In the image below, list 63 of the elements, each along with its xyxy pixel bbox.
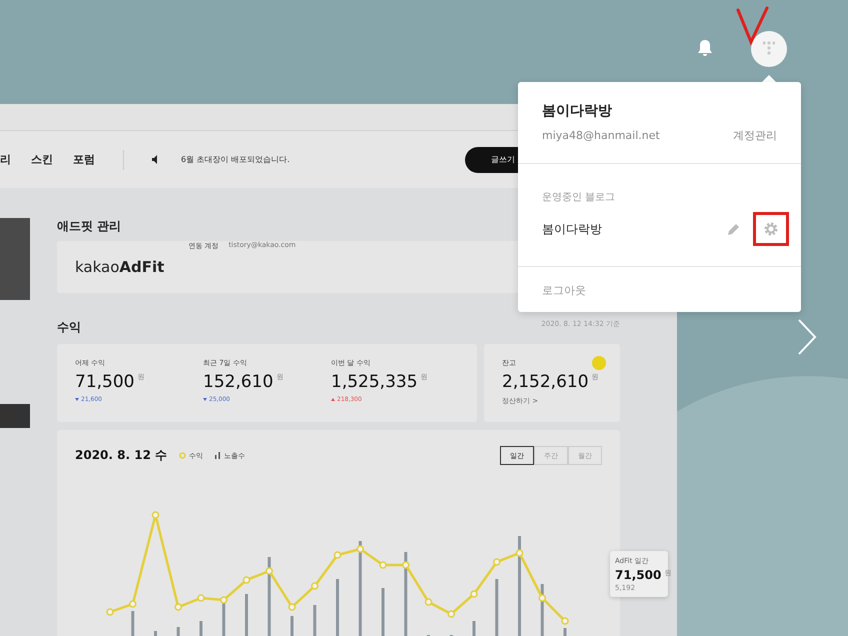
data-point bbox=[106, 608, 114, 616]
section-title: 수익 bbox=[57, 319, 81, 336]
bell-icon[interactable] bbox=[697, 39, 713, 57]
section-title: 애드핏 관리 bbox=[57, 218, 122, 235]
stat-value: 1,525,335 bbox=[331, 372, 418, 392]
nav-item[interactable]: 포럼 bbox=[73, 152, 95, 167]
data-point bbox=[379, 561, 387, 569]
data-point bbox=[424, 598, 432, 606]
impressions-bar bbox=[336, 579, 339, 636]
impressions-bar bbox=[290, 616, 294, 636]
chevron-right-icon[interactable] bbox=[797, 318, 817, 356]
dots-icon bbox=[763, 41, 775, 57]
data-point bbox=[266, 567, 273, 575]
impressions-bar bbox=[564, 628, 566, 636]
account-link[interactable]: 계정관리 bbox=[733, 128, 777, 143]
impressions-bar bbox=[495, 579, 498, 636]
impressions-bar bbox=[313, 605, 316, 636]
impressions-bar bbox=[200, 621, 202, 636]
adfit-logo: kakaoAdFit bbox=[75, 258, 164, 276]
settings-icon bbox=[764, 222, 778, 236]
data-point bbox=[448, 610, 455, 618]
data-point bbox=[470, 590, 478, 598]
dark-bar bbox=[0, 404, 30, 428]
tooltip-value: 71,500 bbox=[615, 568, 662, 582]
data-point bbox=[493, 558, 500, 566]
impressions-bar bbox=[131, 611, 134, 636]
nav-item[interactable]: 리 bbox=[0, 152, 11, 167]
settings-button[interactable] bbox=[753, 212, 789, 246]
data-point bbox=[129, 600, 136, 608]
impressions-bar bbox=[472, 621, 476, 636]
user-name: 봄이다락방 bbox=[542, 102, 613, 120]
user-email: miya48@hanmail.net bbox=[542, 129, 660, 142]
impressions-bar bbox=[222, 601, 226, 636]
stat-value: 2,152,610 bbox=[502, 372, 589, 392]
data-point bbox=[242, 576, 250, 584]
data-point bbox=[356, 545, 364, 553]
section-label: 운영중인 블로그 bbox=[542, 191, 616, 204]
data-point bbox=[174, 603, 182, 611]
pencil-icon[interactable] bbox=[727, 222, 741, 236]
notice-text: 6월 초대장이 배포되었습니다. bbox=[181, 154, 290, 165]
data-point bbox=[288, 603, 296, 611]
data-point bbox=[311, 582, 318, 590]
data-point bbox=[561, 617, 569, 625]
data-point bbox=[538, 594, 546, 602]
chart-date: 2020. 8. 12 수 bbox=[75, 447, 168, 464]
profile-avatar[interactable] bbox=[751, 31, 787, 67]
data-point bbox=[197, 594, 205, 602]
impressions-bar bbox=[176, 627, 180, 636]
nav-item[interactable]: 스킨 bbox=[31, 152, 53, 167]
data-point bbox=[152, 511, 160, 519]
data-point bbox=[516, 549, 524, 557]
circle-icon bbox=[179, 452, 186, 459]
data-point bbox=[220, 596, 228, 604]
data-point bbox=[334, 551, 342, 559]
blog-name[interactable]: 봄이다락방 bbox=[542, 220, 602, 238]
impressions-bar bbox=[382, 588, 384, 636]
data-point bbox=[402, 561, 410, 569]
stat-value: 152,610 bbox=[203, 372, 274, 392]
stat-value: 71,500 bbox=[75, 372, 134, 392]
impressions-bar bbox=[154, 631, 157, 636]
check-mark-drawing bbox=[735, 6, 771, 46]
bars-icon bbox=[215, 452, 222, 459]
impressions-bar bbox=[245, 594, 248, 636]
